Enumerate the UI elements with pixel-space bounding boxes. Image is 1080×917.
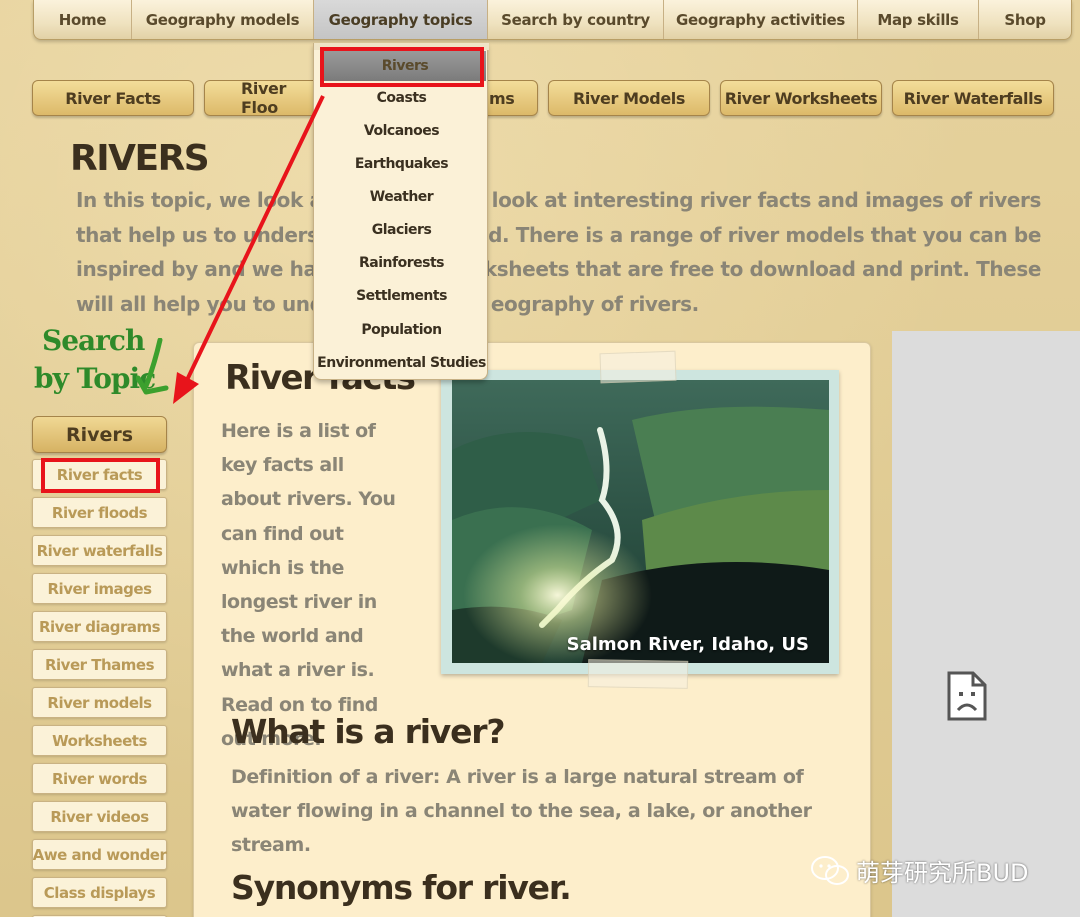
dropdown-item-coasts[interactable]: Coasts [314,83,489,113]
geography-topics-dropdown: Rivers Coasts Volcanoes Earthquakes Weat… [313,43,489,380]
watermark-text: 萌芽研究所BUD [856,859,1029,887]
what-is-river-heading: What is a river? [231,712,506,751]
sidebar-item-river-diagrams[interactable]: River diagrams [32,611,167,642]
photo-caption: Salmon River, Idaho, US [566,634,809,655]
river-landscape-image [452,380,829,663]
annotation-box-river-facts [41,458,160,493]
dropdown-item-glaciers[interactable]: Glaciers [314,215,489,245]
nav-geography-models[interactable]: Geography models [132,0,314,39]
watermark: 萌芽研究所BUD [810,853,1029,888]
nav-shop[interactable]: Shop [979,0,1071,39]
dropdown-item-earthquakes[interactable]: Earthquakes [314,149,489,179]
facts-intro-text: Here is a list of key facts all about ri… [221,420,396,750]
dropdown-item-settlements[interactable]: Settlements [314,281,489,311]
dropdown-item-volcanoes[interactable]: Volcanoes [314,116,489,146]
nav-map-skills[interactable]: Map skills [858,0,979,39]
intro-line: the land. There is a range of river mode… [411,222,1041,247]
subnav-river-models[interactable]: River Models [548,80,710,116]
sidebar-list: River facts River floods River waterfall… [32,459,167,917]
dropdown-item-weather[interactable]: Weather [314,182,489,212]
nav-home[interactable]: Home [34,0,132,39]
sidebar-item-river-waterfalls[interactable]: River waterfalls [32,535,167,566]
sidebar-item-river-images[interactable]: River images [32,573,167,604]
nav-geography-topics[interactable]: Geography topics [314,0,488,39]
sidebar-item-awe-and-wonder[interactable]: Awe and wonder [32,839,167,870]
annotation-arrow-icon [173,95,325,404]
river-definition: Definition of a river: A river is a larg… [231,766,812,856]
sidebar-item-river-words[interactable]: River words [32,763,167,794]
wechat-icon [811,855,849,885]
intro-line: eography of rivers. [490,291,699,316]
top-nav: Home Geography models Geography topics S… [33,0,1072,40]
dropdown-item-rainforests[interactable]: Rainforests [314,248,489,278]
sidebar-header-rivers[interactable]: Rivers [32,416,167,453]
sidebar-item-river-models[interactable]: River models [32,687,167,718]
nav-geography-activities[interactable]: Geography activities [664,0,858,39]
subnav-river-worksheets[interactable]: River Worksheets [720,80,882,116]
sidebar-item-river-thames[interactable]: River Thames [32,649,167,680]
tape-decoration [599,350,677,384]
broken-page-icon [947,671,987,721]
sidebar-item-river-videos[interactable]: River videos [32,801,167,832]
sidebar-item-class-displays[interactable]: Class displays [32,877,167,908]
annotation-box-rivers [320,47,484,87]
subnav-river-waterfalls[interactable]: River Waterfalls [892,80,1054,116]
tape-decoration [587,659,689,689]
river-photo: Salmon River, Idaho, US [452,380,829,663]
sidebar-item-river-floods[interactable]: River floods [32,497,167,528]
sidebar-item-worksheets[interactable]: Worksheets [32,725,167,756]
synonyms-heading: Synonyms for river. [231,868,572,907]
nav-search-by-country[interactable]: Search by country [488,0,664,39]
intro-line: e of worksheets that are free to downloa… [395,257,1041,281]
broken-embed-panel [892,331,1080,917]
dropdown-item-environmental-studies[interactable]: Environmental Studies [314,348,489,378]
dropdown-item-population[interactable]: Population [314,315,489,345]
